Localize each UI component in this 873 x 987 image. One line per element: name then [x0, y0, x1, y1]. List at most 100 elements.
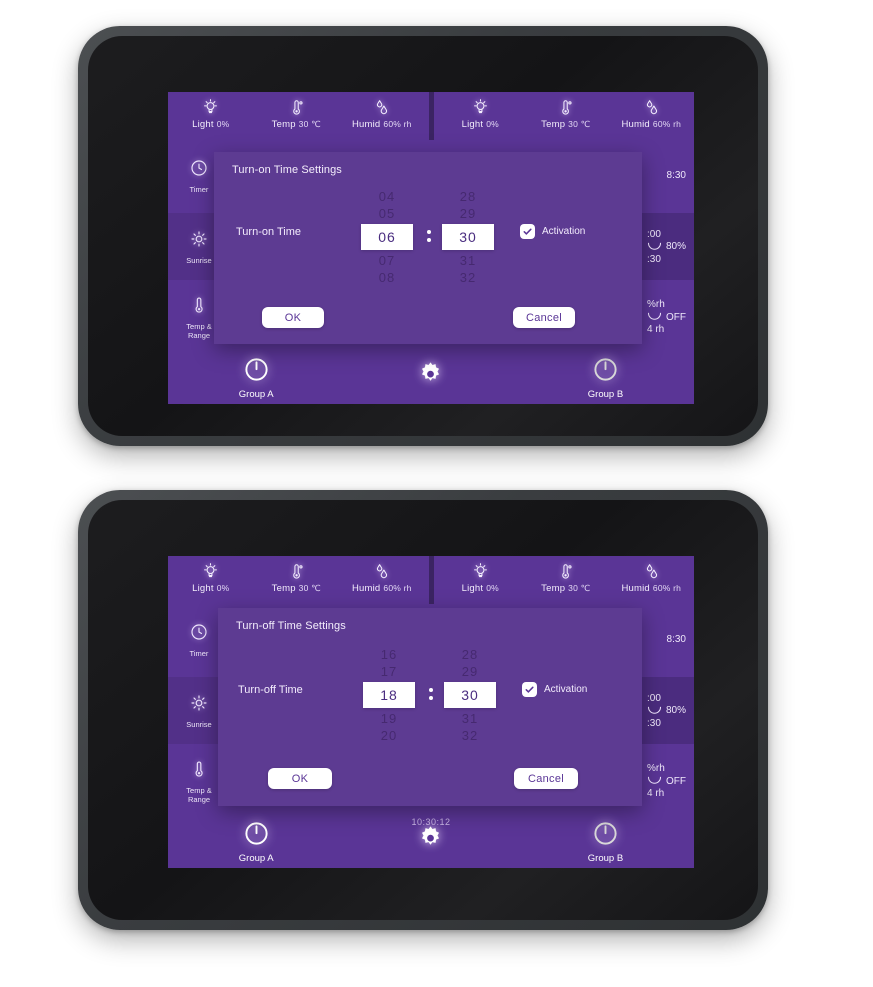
checkbox-checked-icon[interactable] [520, 224, 535, 239]
time-colon-icon [427, 230, 431, 242]
power-icon [243, 820, 270, 852]
hour-below-2[interactable]: 08 [379, 269, 395, 286]
nav-label-group-a: Group A [238, 852, 274, 864]
nav-settings[interactable] [415, 823, 446, 860]
sidebar-label-timer: Timer [189, 184, 209, 194]
status-cell-light-b: Light 0% [438, 97, 523, 130]
minute-roller[interactable]: 28 29 30 31 32 [442, 188, 494, 286]
sunrise-icon [189, 229, 209, 254]
device-frame-turn-on: Light 0% Temp 30 ℃ Humid 60% rh Light 0%… [78, 26, 768, 446]
humidity-drop-icon [642, 561, 661, 582]
row-values: :00 80% :30 [647, 693, 686, 729]
row-line: :30 [646, 717, 661, 729]
light-bulb-icon [471, 97, 490, 118]
cancel-button[interactable]: Cancel [513, 307, 575, 328]
minute-below-2[interactable]: 32 [462, 727, 478, 744]
status-label-humid: Humid 60% rh [351, 583, 412, 594]
minute-above-1[interactable]: 28 [462, 646, 478, 663]
status-divider [428, 92, 434, 140]
power-icon [592, 356, 619, 388]
status-group-left: Light 0% Temp 30 ℃ Humid 60% rh [168, 556, 425, 604]
power-icon [592, 820, 619, 852]
status-label-humid-b: Humid 60% rh [621, 119, 682, 130]
status-cell-light-b: Light 0% [438, 561, 523, 594]
status-cell-humid: Humid 60% rh [339, 97, 424, 130]
hour-roller[interactable]: 04 05 06 07 08 [361, 188, 413, 286]
minute-above-1[interactable]: 28 [460, 188, 476, 205]
nav-group-a[interactable]: Group A [239, 820, 274, 864]
time-picker: Turn-off Time 16 17 18 19 20 28 29 30 31 [218, 636, 642, 758]
screen-turn-on: Light 0% Temp 30 ℃ Humid 60% rh Light 0%… [168, 92, 694, 404]
hour-above-2[interactable]: 17 [381, 663, 397, 680]
cancel-button[interactable]: Cancel [514, 768, 578, 789]
device-bezel-inner: Light 0% Temp 30 ℃ Humid 60% rh Light 0%… [88, 500, 758, 920]
status-label-humid-b: Humid 60% rh [621, 583, 682, 594]
row-values: 8:30 [667, 170, 686, 181]
row-line: :00 [646, 692, 661, 704]
activation-checkbox-group[interactable]: Activation [522, 682, 587, 697]
sidebar-label-sunrise: Sunrise [186, 255, 212, 265]
status-cell-humid-b: Humid 60% rh [609, 561, 694, 594]
humidity-drop-icon [642, 97, 661, 118]
nav-group-b[interactable]: Group B [588, 356, 623, 400]
moon-icon [647, 311, 662, 323]
status-divider [428, 556, 434, 604]
nav-label-group-b: Group B [587, 852, 624, 864]
row-values: :00 80% :30 [647, 229, 686, 265]
moon-icon [647, 705, 662, 717]
row-line-value: 80% [665, 241, 686, 252]
status-label-light: Light 0% [192, 119, 230, 130]
hour-above-1[interactable]: 04 [379, 188, 395, 205]
status-group-right: Light 0% Temp 30 ℃ Humid 60% rh [437, 92, 694, 140]
minute-below-1[interactable]: 31 [462, 710, 478, 727]
clock-icon [189, 622, 209, 647]
row-line: %rh [647, 299, 665, 311]
ok-button[interactable]: OK [268, 768, 332, 789]
turn-off-time-settings-dialog: Turn-off Time Settings Turn-off Time 16 … [218, 608, 642, 806]
nav-group-b[interactable]: Group B [588, 820, 623, 864]
status-cell-humid: Humid 60% rh [339, 561, 424, 594]
hour-below-1[interactable]: 19 [381, 710, 397, 727]
sidebar-label-temp-range: Temp & Range [186, 321, 212, 340]
hour-above-2[interactable]: 05 [379, 205, 395, 222]
hour-above-1[interactable]: 16 [381, 646, 397, 663]
minute-above-2[interactable]: 29 [462, 663, 478, 680]
gear-icon [415, 359, 446, 395]
nav-group-a[interactable]: Group A [239, 356, 274, 400]
ok-button[interactable]: OK [262, 307, 324, 328]
sidebar-label-temp-range: Temp & Range [186, 785, 212, 804]
device-frame-turn-off: Light 0% Temp 30 ℃ Humid 60% rh Light 0%… [78, 490, 768, 930]
checkbox-checked-icon[interactable] [522, 682, 537, 697]
minute-roller[interactable]: 28 29 30 31 32 [444, 646, 496, 744]
status-label-light-b: Light 0% [461, 119, 499, 130]
time-colon-icon [429, 688, 433, 700]
minute-above-2[interactable]: 29 [460, 205, 476, 222]
sidebar-label-sunrise: Sunrise [186, 719, 212, 729]
activation-checkbox-group[interactable]: Activation [520, 224, 585, 239]
hour-roller[interactable]: 16 17 18 19 20 [363, 646, 415, 744]
thermometer-icon [287, 561, 306, 582]
minute-below-1[interactable]: 31 [460, 252, 476, 269]
clock-icon [189, 158, 209, 183]
row-line: 8:30 [666, 634, 686, 646]
hour-selected[interactable]: 18 [363, 682, 415, 708]
nav-settings[interactable] [415, 359, 446, 396]
humidity-drop-icon [372, 97, 391, 118]
thermometer-icon [556, 561, 575, 582]
status-label-temp: Temp 30 ℃ [271, 119, 321, 130]
sunrise-icon [189, 693, 209, 718]
hour-below-2[interactable]: 20 [381, 727, 397, 744]
row-line-value: 80% [665, 705, 686, 716]
hour-selected[interactable]: 06 [361, 224, 413, 250]
row-line-value: OFF [666, 311, 686, 323]
gear-icon [415, 823, 446, 859]
status-cell-temp: Temp 30 ℃ [254, 97, 339, 130]
minute-selected[interactable]: 30 [442, 224, 494, 250]
minute-selected[interactable]: 30 [444, 682, 496, 708]
minute-below-2[interactable]: 32 [460, 269, 476, 286]
status-label-temp-b: Temp 30 ℃ [541, 583, 591, 594]
row-line: :00 [646, 228, 661, 240]
turn-on-time-settings-dialog: Turn-on Time Settings Turn-on Time 04 05… [214, 152, 642, 344]
hour-below-1[interactable]: 07 [379, 252, 395, 269]
time-field-label: Turn-off Time [238, 684, 303, 696]
